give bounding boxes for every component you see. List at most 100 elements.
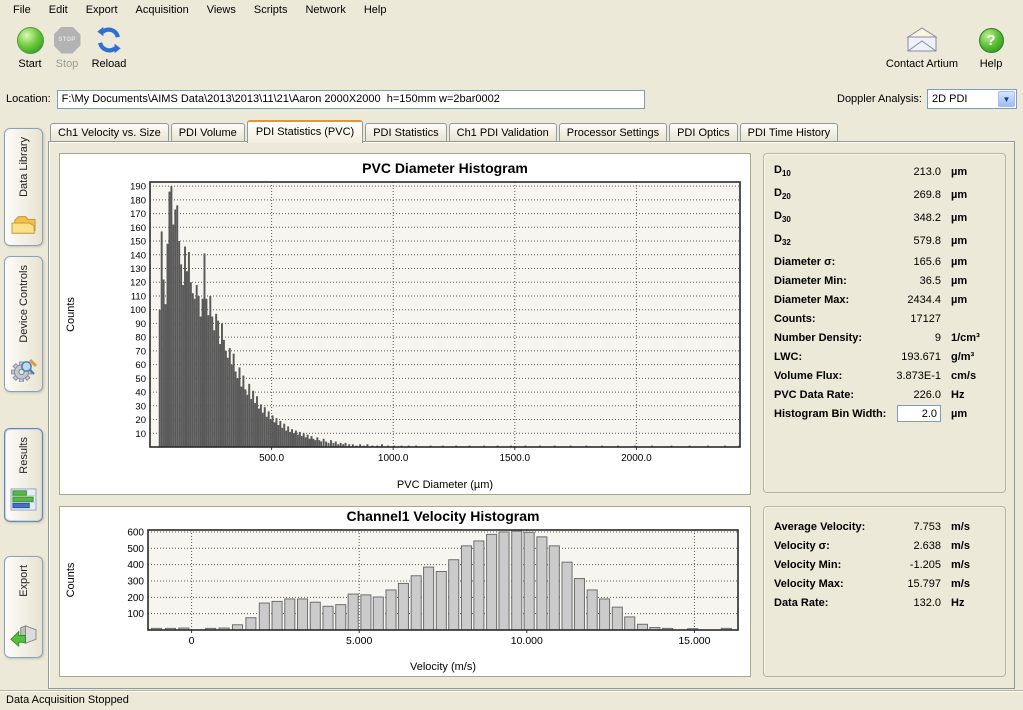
stat-row: Diameter Min:36.5µm [764,271,1005,290]
start-button[interactable]: Start [10,19,50,70]
stat-label: Histogram Bin Width: [774,408,897,420]
tab-pdi-statistics-pvc-[interactable]: PDI Statistics (PVC) [247,120,363,143]
stat-row: Number Density:9 1/cm³ [764,328,1005,347]
sidebar-item-device-controls[interactable]: Device Controls [4,256,43,392]
svg-text:400: 400 [127,560,144,571]
stat-value: 2434.4 [879,294,941,306]
help-button[interactable]: ? Help [971,19,1011,70]
svg-text:300: 300 [127,576,144,587]
stat-row: D32579.8µm [764,229,1005,252]
stat-value: 17127 [879,313,941,325]
stat-unit: 1/cm³ [951,332,995,344]
stat-value: 269.8 [879,189,941,201]
pvc-diameter-histogram-chart: 1020304050607080901001101201301401501601… [59,153,751,495]
stat-value: 9 [879,332,941,344]
stat-label: D10 [774,164,879,178]
doppler-analysis-value: 2D PDI [928,93,998,105]
stat-unit: m/s [951,540,995,552]
sidebar-item-label: Data Library [18,137,30,197]
svg-text:1500.0: 1500.0 [500,453,531,464]
svg-text:2000.0: 2000.0 [621,453,652,464]
menu-item-file[interactable]: File [4,2,40,18]
stat-label: Number Density: [774,332,879,344]
svg-text:160: 160 [130,223,146,234]
tab-content: 1020304050607080901001101201301401501601… [48,141,1015,689]
svg-text:Counts: Counts [65,562,77,597]
sidebar-item-export[interactable]: Export [4,556,43,658]
status-bar: Data Acquisition Stopped [0,690,1023,710]
export-icon [9,623,38,651]
menu-item-edit[interactable]: Edit [40,2,77,18]
stat-row: Diameter Max:2434.4 µm [764,290,1005,309]
stat-row: LWC:193.671g/m³ [764,347,1005,366]
stat-unit: µm [951,275,995,287]
svg-text:1000.0: 1000.0 [378,453,409,464]
menu-item-export[interactable]: Export [77,2,127,18]
menu-item-help[interactable]: Help [355,2,396,18]
stat-value: 348.2 [879,212,941,224]
svg-text:190: 190 [130,182,146,193]
tab-pdi-time-history[interactable]: PDI Time History [740,123,839,142]
sidebar-item-results[interactable]: Results [4,428,43,522]
stat-unit: µm [951,294,995,306]
tab-pdi-statistics[interactable]: PDI Statistics [365,123,446,142]
svg-text:10: 10 [135,429,146,440]
stat-row: Counts:17127 [764,309,1005,328]
svg-text:110: 110 [131,291,146,302]
stat-row: Diameter σ:165.6µm [764,252,1005,271]
menu-item-acquisition[interactable]: Acquisition [127,2,198,18]
tab-ch1-velocity-vs-size[interactable]: Ch1 Velocity vs. Size [50,123,169,142]
stat-label: Velocity Min: [774,559,879,571]
stat-row: D20269.8µm [764,183,1005,206]
tab-ch1-pdi-validation[interactable]: Ch1 PDI Validation [449,123,557,142]
stat-row: Velocity Min:-1.205m/s [764,555,1005,574]
stat-label: Diameter Max: [774,294,879,306]
stat-label: Diameter σ: [774,256,879,268]
tab-processor-settings[interactable]: Processor Settings [559,123,667,142]
velocity-histogram-chart: 10020030040050060005.00010.00015.000Chan… [59,506,751,677]
menu-item-scripts[interactable]: Scripts [245,2,297,18]
stat-unit: µm [951,256,995,268]
svg-text:70: 70 [135,346,146,357]
stat-row: Velocity Max:15.797m/s [764,574,1005,593]
stop-button[interactable]: STOP Stop [48,19,86,70]
svg-text:80: 80 [135,333,146,344]
stat-unit: µm [951,408,995,420]
stat-label: Velocity Max: [774,578,879,590]
svg-text:Velocity (m/s): Velocity (m/s) [410,661,476,673]
stat-unit: Hz [951,389,995,401]
tab-pdi-optics[interactable]: PDI Optics [669,123,738,142]
envelope-icon [905,27,939,54]
menu-item-views[interactable]: Views [198,2,245,18]
stat-row: Data Rate:132.0Hz [764,593,1005,612]
tab-pdi-volume[interactable]: PDI Volume [171,123,245,142]
reload-button[interactable]: Reload [86,19,132,70]
svg-text:170: 170 [130,209,146,220]
doppler-analysis-select[interactable]: 2D PDI ▼ [927,89,1017,109]
svg-text:140: 140 [130,250,146,261]
menu-item-network[interactable]: Network [296,2,354,18]
contact-artium-button[interactable]: Contact Artium [879,19,965,70]
stat-label: Counts: [774,313,879,325]
svg-text:200: 200 [127,593,144,604]
sidebar-item-data-library[interactable]: Data Library [4,128,43,246]
tab-bar: Ch1 Velocity vs. SizePDI VolumePDI Stati… [48,118,1015,141]
start-label: Start [10,58,50,70]
location-input[interactable] [57,90,645,109]
stat-unit: µm [951,212,995,224]
svg-text:180: 180 [130,195,146,206]
histogram-bin-width-input[interactable] [897,405,941,422]
pvc-stats-panel: D10213.0µmD20269.8µmD30348.2µmD32579.8µm… [763,153,1006,493]
stat-value: 15.797 [879,578,941,590]
chart-icon [9,487,38,515]
stat-value: 3.873E-1 [879,370,941,382]
svg-text:15.000: 15.000 [678,635,710,647]
stat-value: -1.205 [879,559,941,571]
svg-text:60: 60 [135,360,146,371]
stop-label: Stop [48,58,86,70]
stat-value: 132.0 [879,597,941,609]
stop-icon: STOP [54,27,81,54]
stat-label: Average Velocity: [774,521,879,533]
stat-label: Diameter Min: [774,275,879,287]
stat-row: D10213.0µm [764,160,1005,183]
